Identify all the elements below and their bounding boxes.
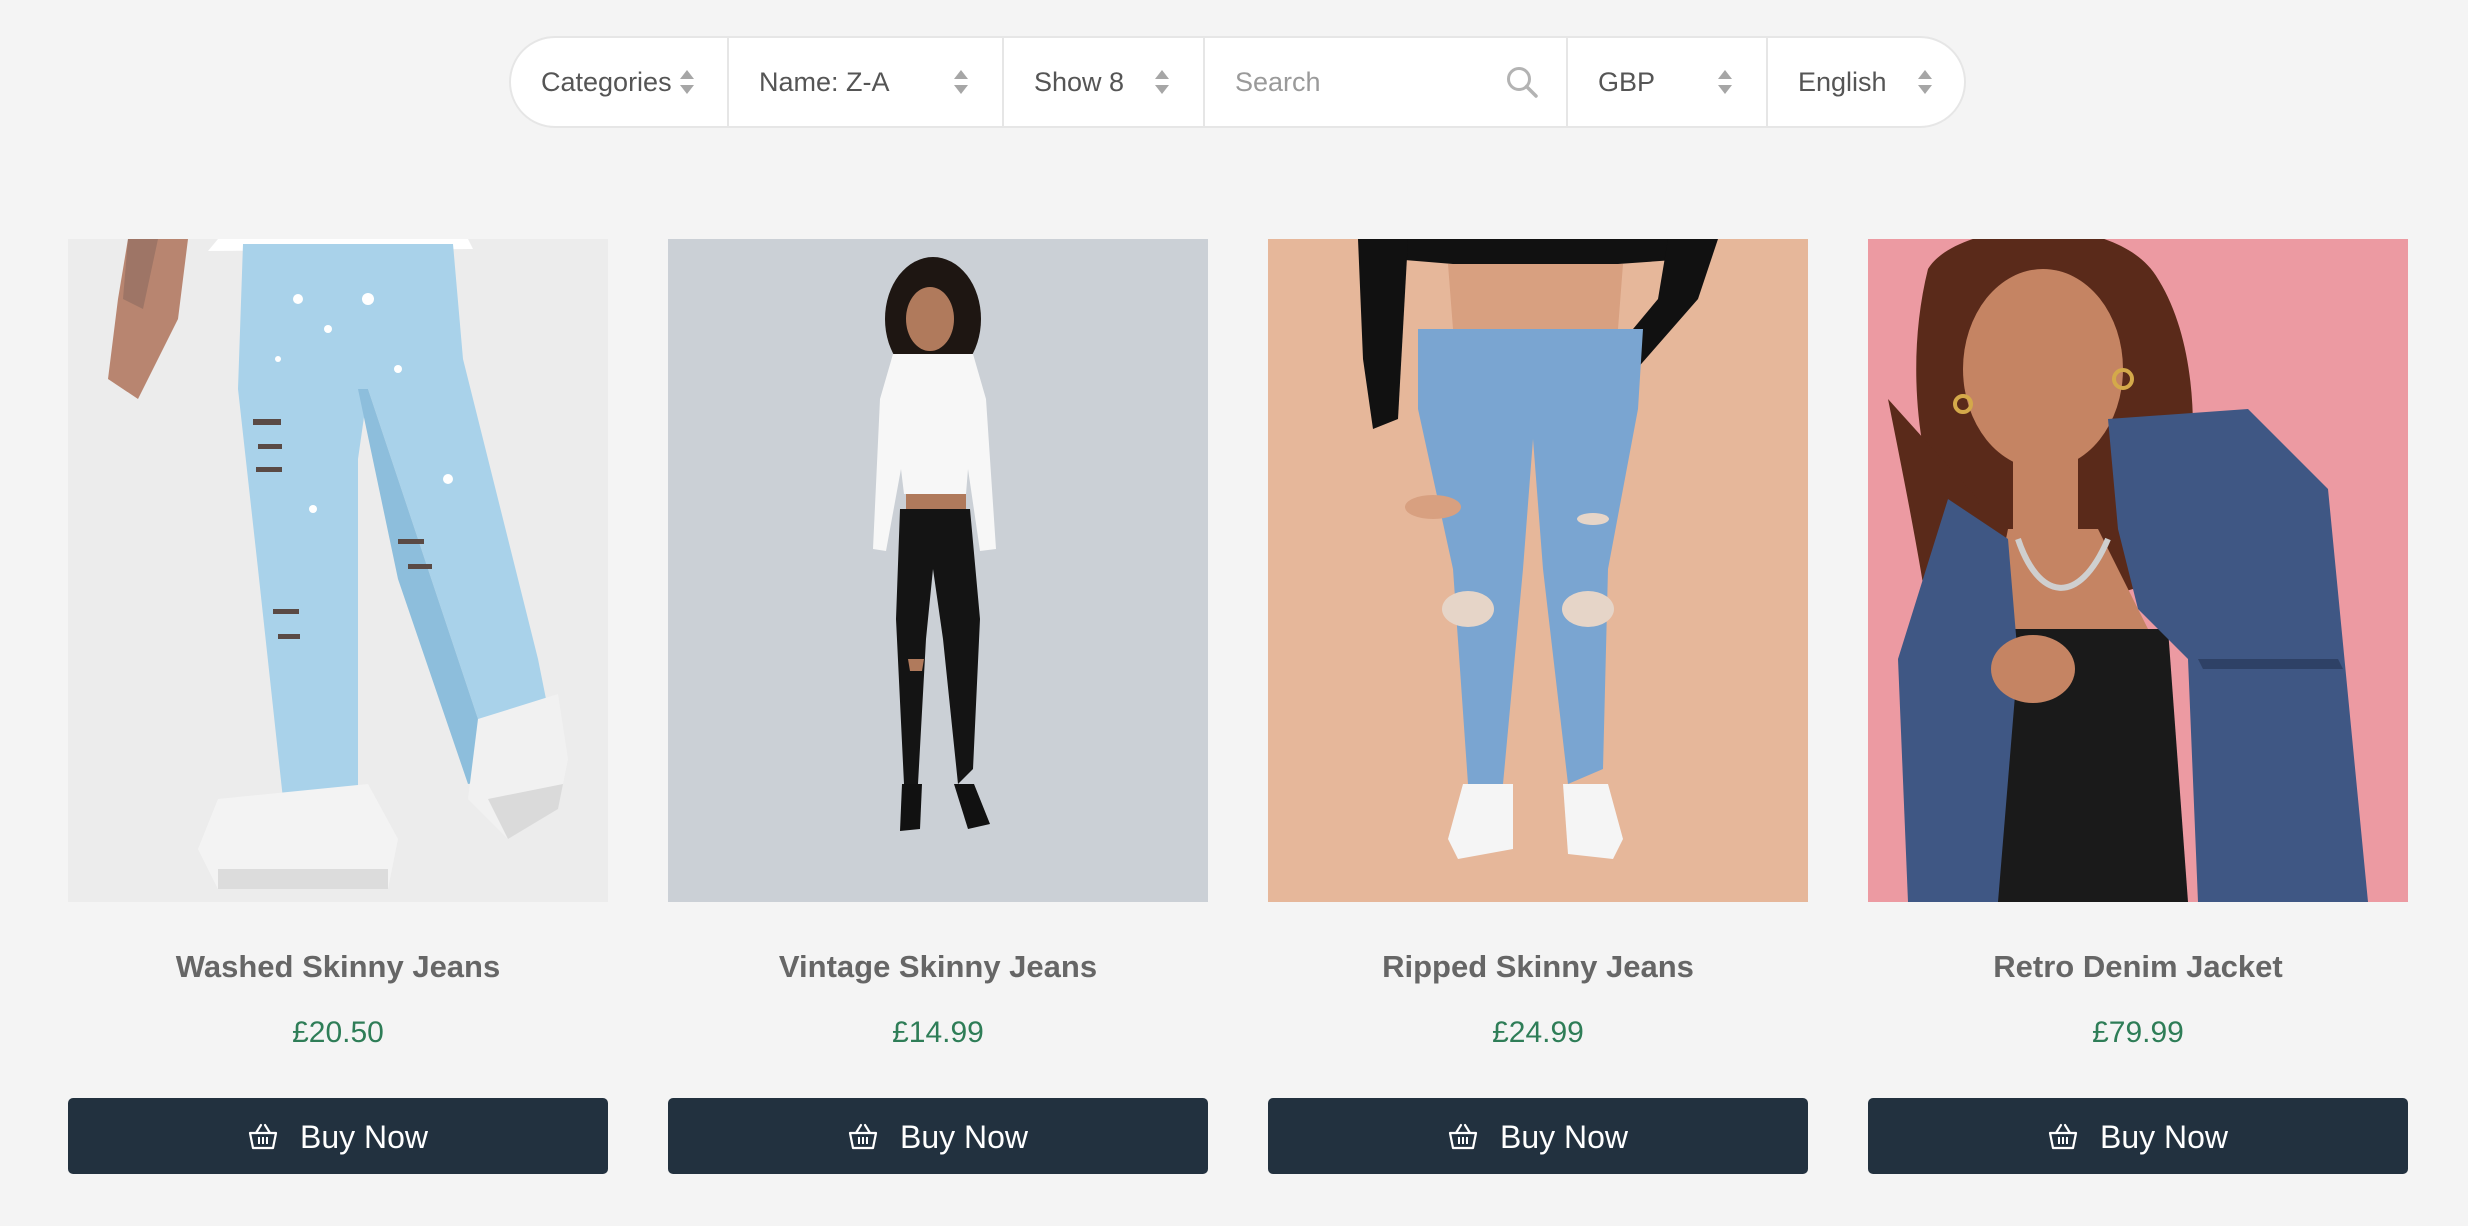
basket-icon	[848, 1123, 878, 1150]
language-select-label: English	[1798, 66, 1887, 97]
buy-now-button[interactable]: Buy Now	[668, 1098, 1208, 1174]
basket-icon	[248, 1123, 278, 1150]
product-card: Washed Skinny Jeans £20.50 Buy Now	[68, 239, 608, 1174]
sort-select-label: Name: Z-A	[759, 66, 890, 97]
buy-now-label: Buy Now	[1499, 1118, 1629, 1155]
buy-now-button[interactable]: Buy Now	[1268, 1098, 1808, 1174]
search-box	[1205, 38, 1568, 126]
language-select[interactable]: English	[1768, 38, 1964, 126]
buy-now-button[interactable]: Buy Now	[1868, 1098, 2408, 1174]
sort-arrows-icon	[680, 70, 694, 94]
sort-arrows-icon	[1918, 70, 1932, 94]
currency-select[interactable]: GBP	[1568, 38, 1768, 126]
show-count-select[interactable]: Show 8	[1004, 38, 1205, 126]
product-image[interactable]	[668, 239, 1208, 902]
sort-select[interactable]: Name: Z-A	[729, 38, 1004, 126]
sort-arrows-icon	[1718, 70, 1732, 94]
product-name[interactable]: Retro Denim Jacket	[1868, 949, 2408, 985]
product-card: Ripped Skinny Jeans £24.99 Buy Now	[1268, 239, 1808, 1174]
sort-arrows-icon	[1155, 70, 1169, 94]
buy-now-label: Buy Now	[2099, 1118, 2229, 1155]
product-image[interactable]	[1268, 239, 1808, 902]
product-card: Retro Denim Jacket £79.99 Buy Now	[1868, 239, 2408, 1174]
product-card: Vintage Skinny Jeans £14.99 Buy Now	[668, 239, 1208, 1174]
categories-select[interactable]: Categories	[511, 38, 729, 126]
product-name[interactable]: Ripped Skinny Jeans	[1268, 949, 1808, 985]
product-grid: Washed Skinny Jeans £20.50 Buy Now Vinta…	[68, 239, 2408, 1174]
product-name[interactable]: Vintage Skinny Jeans	[668, 949, 1208, 985]
buy-now-button[interactable]: Buy Now	[68, 1098, 608, 1174]
product-price: £79.99	[2092, 1016, 2184, 1049]
search-icon[interactable]	[1505, 65, 1539, 99]
categories-select-label: Categories	[541, 66, 672, 97]
product-image[interactable]	[1868, 239, 2408, 902]
buy-now-label: Buy Now	[299, 1118, 429, 1155]
basket-icon	[2048, 1123, 2078, 1150]
filter-bar: Categories Name: Z-A Show 8 GBP English	[509, 36, 1966, 128]
search-input[interactable]	[1205, 65, 1497, 99]
sort-arrows-icon	[954, 70, 968, 94]
basket-icon	[1448, 1123, 1478, 1150]
product-image[interactable]	[68, 239, 608, 902]
product-listing-page: Categories Name: Z-A Show 8 GBP English	[0, 0, 2468, 1226]
product-name[interactable]: Washed Skinny Jeans	[68, 949, 608, 985]
currency-select-label: GBP	[1598, 66, 1656, 97]
product-price: £14.99	[892, 1016, 984, 1049]
product-price: £20.50	[292, 1016, 384, 1049]
product-price: £24.99	[1492, 1016, 1584, 1049]
show-count-select-label: Show 8	[1034, 66, 1125, 97]
buy-now-label: Buy Now	[899, 1118, 1029, 1155]
